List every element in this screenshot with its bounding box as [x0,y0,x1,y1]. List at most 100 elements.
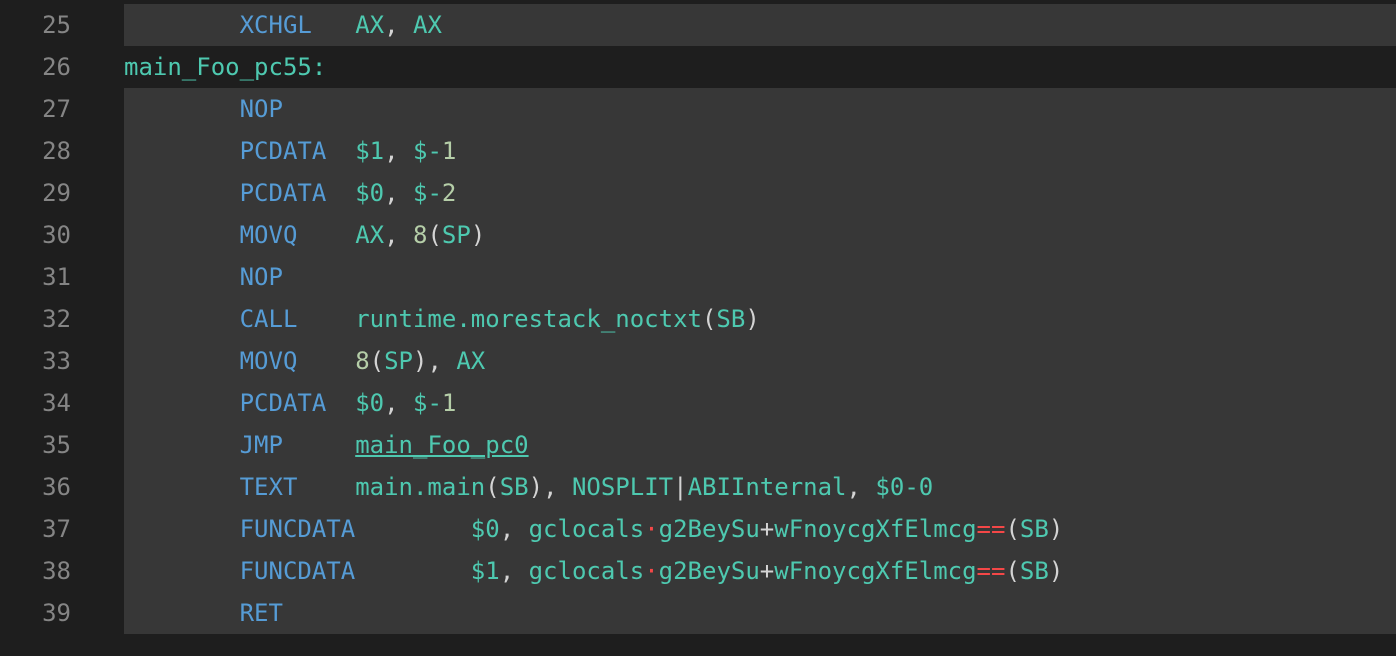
code-line[interactable]: FUNCDATA $1, gclocals·g2BeySu+wFnoycgXfE… [124,550,1396,592]
opcode: TEXT [239,473,298,501]
line-number: 25 [42,11,71,39]
operand-token: ( [1005,557,1020,585]
code-line[interactable]: PCDATA $1, $-1 [124,130,1396,172]
code-line[interactable]: RET [124,592,1396,634]
operand-token: · [644,557,659,585]
opcode: MOVQ [239,347,298,375]
operand-token: $- [413,179,442,207]
code-line[interactable]: TEXT main.main(SB), NOSPLIT|ABIInternal,… [124,466,1396,508]
opcode: CALL [239,305,298,333]
code-line[interactable]: CALL runtime.morestack_noctxt(SB) [124,298,1396,340]
code-label: main_Foo_pc55: [124,53,327,81]
line-number: 32 [42,305,71,333]
opcode: PCDATA [239,389,327,417]
opcode: FUNCDATA [239,557,356,585]
operand-token: | [673,473,688,501]
code-line[interactable]: FUNCDATA $0, gclocals·g2BeySu+wFnoycgXfE… [124,508,1396,550]
operand-token: SB [499,473,529,501]
operand-token: g2BeySu [658,515,760,543]
operand-token: · [644,515,659,543]
operand-token: ( [1005,515,1020,543]
operand-token: $0 [470,515,500,543]
operand-token: ( [701,305,717,333]
operand-token: ) [1048,557,1064,585]
line-number-gutter: 25 26 27 28 29 30 31 32 33 34 35 36 37 38 39 [0,4,124,634]
operand-token: 1 [441,137,457,165]
operand-token: 1 [441,389,457,417]
operand-token: , [499,557,529,585]
operand-token: $1 [470,557,500,585]
operand-token: + [759,557,775,585]
line-number: 29 [42,179,71,207]
code-editor[interactable]: 25 26 27 28 29 30 31 32 33 34 35 36 37 38 39 XCHGL AX,… [0,0,1396,656]
operand-token: ), [528,473,572,501]
operand-token: $1 [355,137,385,165]
operand-token: ) [745,305,760,333]
operand-token: AX [413,11,442,39]
line-number: 28 [42,137,71,165]
code-line[interactable]: PCDATA $0, $-2 [124,172,1396,214]
opcode: PCDATA [239,179,327,207]
operand-token: SB [716,305,746,333]
operand-token: , [846,473,876,501]
code-line[interactable]: MOVQ AX, 8(SP) [124,214,1396,256]
symbol-link[interactable]: main_Foo_pc0 [355,431,528,459]
operand-token: $0-0 [875,473,934,501]
operand-token: main.main [355,473,486,501]
operand-token: == [976,515,1006,543]
operand-token: gclocals [528,557,645,585]
opcode: NOP [239,95,283,123]
code-line[interactable]: PCDATA $0, $-1 [124,382,1396,424]
operand-token: AX [355,221,385,249]
operand-token: ( [485,473,500,501]
operand-token: g2BeySu [658,557,760,585]
line-number: 36 [42,473,71,501]
code-line[interactable]: main_Foo_pc55: [124,46,1396,88]
line-number: 27 [42,95,71,123]
operand-token: 2 [441,179,457,207]
opcode: JMP [239,431,283,459]
operand-token: SB [1019,515,1049,543]
operand-token: ), [413,347,457,375]
line-number: 34 [42,389,71,417]
operand-token: 8 [413,221,428,249]
operand-token: $- [413,389,442,417]
operand-token: , [384,179,414,207]
line-number: 35 [42,431,71,459]
operand-token: , [384,137,414,165]
opcode: PCDATA [239,137,327,165]
operand-token: AX [355,11,385,39]
line-number: 37 [42,515,71,543]
line-number: 39 [42,599,71,627]
operand-token: , [499,515,529,543]
opcode: MOVQ [239,221,298,249]
opcode: RET [239,599,283,627]
operand-token: 8 [355,347,370,375]
code-line[interactable]: XCHGL AX, AX [124,4,1396,46]
operand-token: $- [413,137,442,165]
operand-token: $0 [355,389,385,417]
operand-token: SP [441,221,471,249]
code-line[interactable]: JMP main_Foo_pc0 [124,424,1396,466]
opcode: XCHGL [239,11,312,39]
opcode: NOP [239,263,283,291]
operand-token: , [384,389,414,417]
operand-token: + [759,515,775,543]
operand-token: SP [384,347,413,375]
line-number: 30 [42,221,71,249]
operand-token: ( [427,221,442,249]
operand-token: gclocals [528,515,645,543]
operand-token: runtime.morestack_noctxt [355,305,702,333]
operand-token: ABIInternal [687,473,847,501]
code-area[interactable]: XCHGL AX, AX main_Foo_pc55: NOP PCDATA $1… [124,4,1396,634]
operand-token: ( [369,347,385,375]
operand-token: $0 [355,179,385,207]
operand-token: SB [1019,557,1049,585]
code-line[interactable]: MOVQ 8(SP), AX [124,340,1396,382]
operand-token: ) [470,221,486,249]
code-line[interactable]: NOP [124,256,1396,298]
operand-token: , [384,11,414,39]
code-line[interactable]: NOP [124,88,1396,130]
operand-token: , [384,221,413,249]
operand-token: wFnoycgXfElmcg [774,515,977,543]
